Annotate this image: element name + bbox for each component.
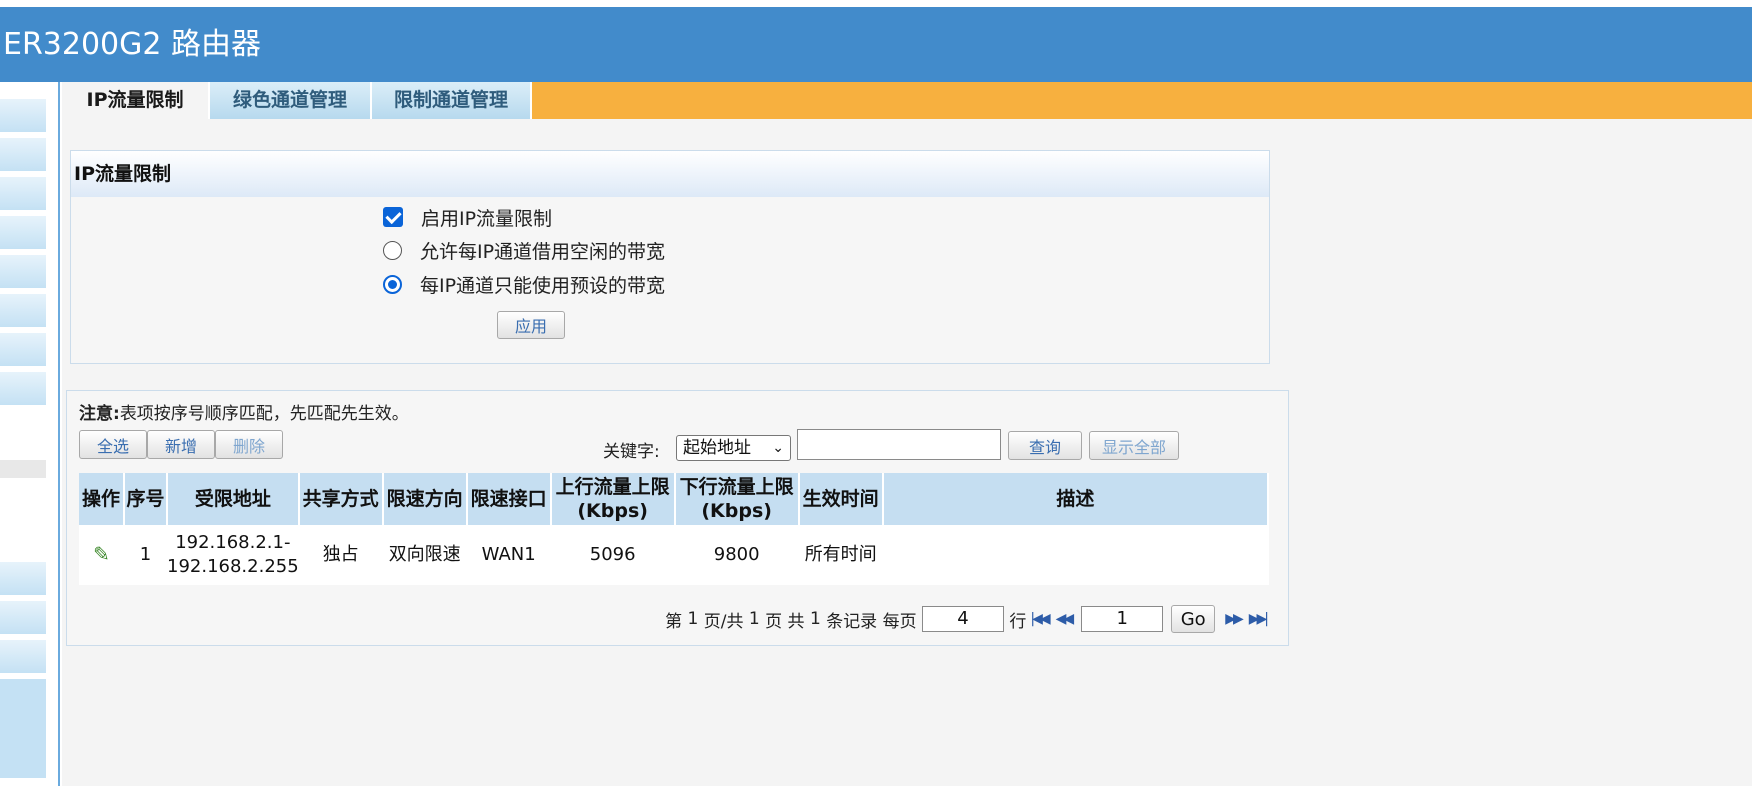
pager-page-mid: 页/共 <box>703 611 744 632</box>
sidebar-item[interactable] <box>0 99 46 133</box>
col-uplink: 上行流量上限 (Kbps) <box>550 473 676 525</box>
tab-limit-channel[interactable]: 限制通道管理 <box>372 82 532 119</box>
pager-total-records: 1 <box>809 609 821 629</box>
col-share: 共享方式 <box>298 473 384 525</box>
cell-direction: 双向限速 <box>388 544 461 565</box>
keyword-input[interactable] <box>797 429 1001 460</box>
sidebar-item[interactable] <box>0 372 46 406</box>
per-page-input[interactable]: 4 <box>922 606 1004 632</box>
sidebar-item[interactable] <box>0 333 46 367</box>
tab-ip-limit[interactable]: IP流量限制 <box>62 82 210 119</box>
sidebar-item[interactable] <box>0 177 46 211</box>
cell-time: 所有时间 <box>804 544 877 565</box>
address-end: 192.168.2.255 <box>167 556 299 577</box>
tab-bar: IP流量限制 绿色通道管理 限制通道管理 <box>62 82 1752 119</box>
enable-checkbox[interactable] <box>383 207 403 227</box>
sidebar-item[interactable] <box>0 640 46 674</box>
table-header-row: 操作 序号 受限地址 共享方式 限速方向 限速接口 上行流量上限 (Kbps) … <box>79 473 1270 525</box>
last-page-icon[interactable]: ▶▶| <box>1249 611 1269 627</box>
delete-button[interactable]: 删除 <box>215 430 283 459</box>
app-title: ER3200G2 路由器 <box>3 27 262 62</box>
borrow-bandwidth-option: 允许每IP通道借用空闲的带宽 <box>383 235 665 265</box>
cell-description <box>883 525 1268 585</box>
preset-bandwidth-label: 每IP通道只能使用预设的带宽 <box>420 274 666 297</box>
chevron-down-icon: ⌄ <box>772 440 784 456</box>
main-content: IP流量限制 绿色通道管理 限制通道管理 IP流量限制 启用IP流量限制 允许每… <box>62 82 1752 786</box>
sidebar-item[interactable] <box>0 294 46 328</box>
add-button[interactable]: 新增 <box>147 430 215 459</box>
goto-page-input[interactable]: 1 <box>1081 606 1164 632</box>
col-action: 操作 <box>79 473 125 525</box>
prev-page-icon[interactable]: ◀◀ <box>1056 611 1074 627</box>
col-address: 受限地址 <box>167 473 300 525</box>
apply-button[interactable]: 应用 <box>497 311 565 339</box>
col-time: 生效时间 <box>798 473 884 525</box>
table-row: ✎ 1 192.168.2.1- 192.168.2.255 独占 双向限速 WA… <box>79 525 1268 585</box>
col-downlink: 下行流量上限 (Kbps) <box>674 473 800 525</box>
col-description: 描述 <box>882 473 1270 525</box>
sidebar-item[interactable] <box>0 562 46 596</box>
select-all-button[interactable]: 全选 <box>79 430 147 459</box>
pager-page-prefix: 第 <box>665 611 683 632</box>
keyword-field-value: 起始地址 <box>683 438 751 458</box>
sidebar-divider <box>0 460 46 478</box>
cell-downlink: 9800 <box>713 544 760 565</box>
first-page-icon[interactable]: |◀◀ <box>1030 611 1050 627</box>
address-start: 192.168.2.1- <box>175 532 291 553</box>
cell-share: 独占 <box>322 544 359 565</box>
sidebar-item[interactable] <box>0 216 46 250</box>
pager: 第 1 页/共 1 页 共 1 条记录 每页 4 行 |◀◀ ◀◀ 1 Go ▶… <box>665 605 1270 633</box>
pencil-edit-icon[interactable]: ✎ <box>93 542 110 566</box>
show-all-button[interactable]: 显示全部 <box>1089 431 1179 460</box>
col-index: 序号 <box>124 473 168 525</box>
preset-bandwidth-option: 每IP通道只能使用预设的带宽 <box>383 269 665 299</box>
pager-current-page: 1 <box>687 609 699 629</box>
notice-text: 表项按序号顺序匹配，先匹配先生效。 <box>119 404 409 424</box>
sidebar-item[interactable] <box>0 255 46 289</box>
preset-bandwidth-radio[interactable] <box>383 274 402 294</box>
sidebar <box>0 82 60 786</box>
pager-rows-suffix: 行 <box>1009 611 1027 632</box>
pager-pages-suffix: 页 共 <box>765 611 805 632</box>
page: ER3200G2 路由器 IP流量限制 绿色通道管理 限制通道管理 IP流量限制… <box>0 0 1752 786</box>
search-button[interactable]: 查询 <box>1008 431 1082 460</box>
notice: 注意:表项按序号顺序匹配，先匹配先生效。 <box>79 399 409 424</box>
col-direction: 限速方向 <box>382 473 468 525</box>
col-interface: 限速接口 <box>466 473 552 525</box>
pager-total-pages: 1 <box>748 609 760 629</box>
ip-limit-panel: IP流量限制 启用IP流量限制 允许每IP通道借用空闲的带宽 每IP通道只能使用… <box>70 150 1270 364</box>
app-header: ER3200G2 路由器 <box>0 7 1752 82</box>
sidebar-item[interactable] <box>0 601 46 635</box>
next-page-icon[interactable]: ▶▶ <box>1225 611 1243 627</box>
edit-cell: ✎ <box>79 525 124 585</box>
notice-prefix: 注意: <box>79 404 120 424</box>
sidebar-item <box>0 679 46 779</box>
cell-index: 1 <box>139 544 152 565</box>
cell-address: 192.168.2.1- 192.168.2.255 <box>167 525 299 585</box>
enable-label: 启用IP流量限制 <box>421 207 553 230</box>
go-button[interactable]: Go <box>1171 605 1216 633</box>
borrow-bandwidth-label: 允许每IP通道借用空闲的带宽 <box>420 240 666 263</box>
rules-panel: 注意:表项按序号顺序匹配，先匹配先生效。 全选 新增 删除 关键字: 起始地址 … <box>66 390 1289 646</box>
borrow-bandwidth-radio[interactable] <box>383 240 402 260</box>
enable-option: 启用IP流量限制 <box>383 202 552 232</box>
pager-records-suffix: 条记录 每页 <box>826 611 917 632</box>
keyword-field-select[interactable]: 起始地址 ⌄ <box>676 435 791 461</box>
rules-table: 操作 序号 受限地址 共享方式 限速方向 限速接口 上行流量上限 (Kbps) … <box>79 473 1270 585</box>
cell-uplink: 5096 <box>589 544 636 565</box>
sidebar-item[interactable] <box>0 138 46 172</box>
keyword-label: 关键字: <box>603 442 660 462</box>
tab-green-channel[interactable]: 绿色通道管理 <box>210 82 372 119</box>
panel-title: IP流量限制 <box>71 151 1269 197</box>
cell-interface: WAN1 <box>481 544 536 565</box>
